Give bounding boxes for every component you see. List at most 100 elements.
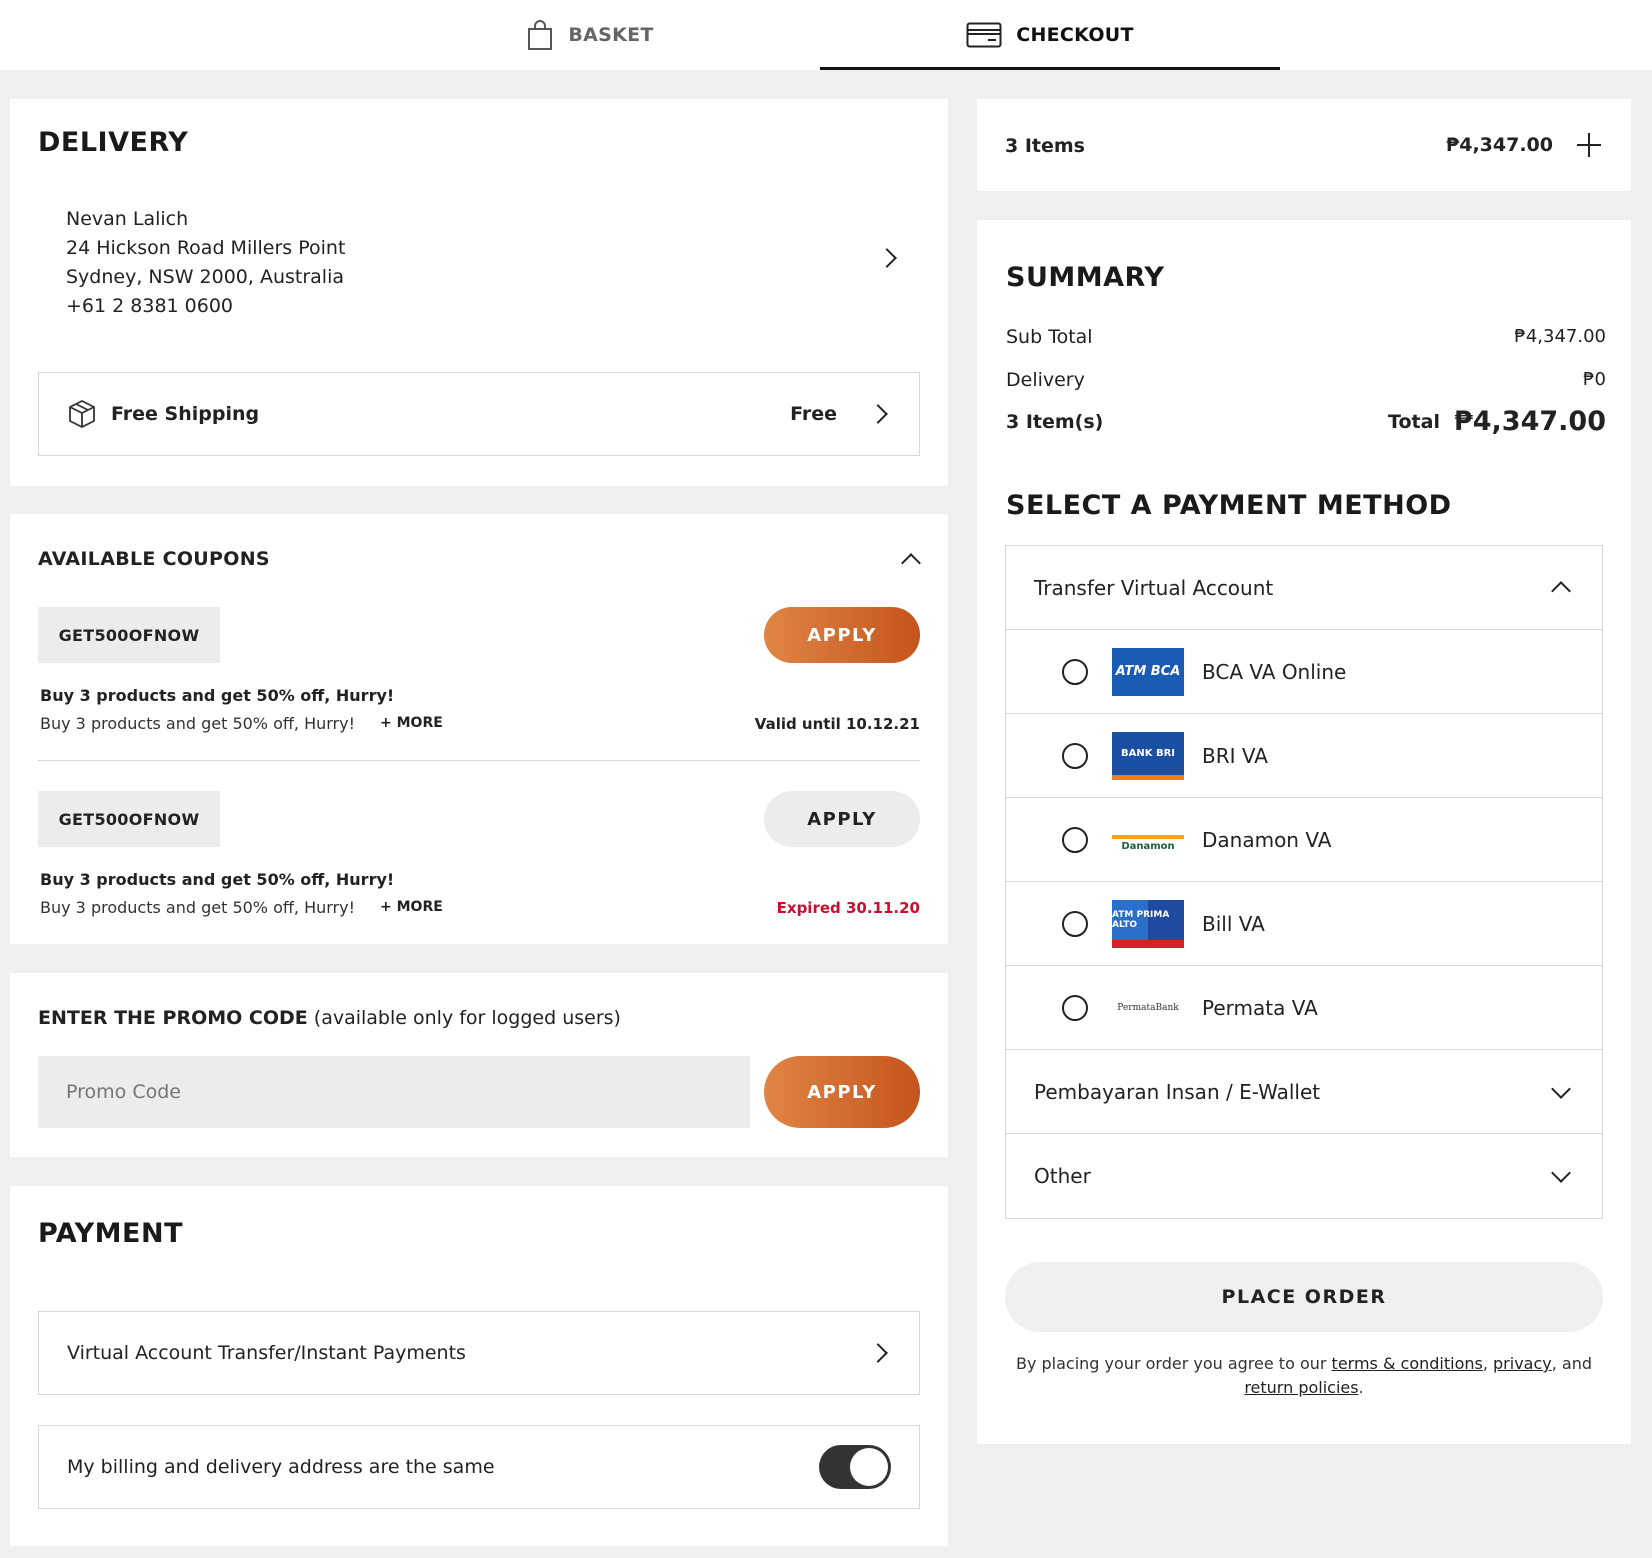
radio-button[interactable] xyxy=(1062,826,1088,853)
plus-icon[interactable] xyxy=(1575,131,1603,159)
privacy-link[interactable]: privacy xyxy=(1493,1354,1552,1373)
coupon-description: Buy 3 products and get 50% off, Hurry! xyxy=(40,714,356,733)
shipping-option[interactable]: Free Shipping Free xyxy=(38,372,920,456)
coupon-code: GET500OFNOW xyxy=(38,607,220,663)
coupon-title: Buy 3 products and get 50% off, Hurry! xyxy=(40,870,395,889)
delivery-value: ₱0 xyxy=(1583,369,1606,390)
total-label: Total xyxy=(1388,410,1440,433)
active-tab-indicator xyxy=(820,67,1280,70)
billing-same-toggle[interactable] xyxy=(819,1445,891,1489)
payment-option-bri[interactable]: BANK BRI BRI VA xyxy=(1006,714,1602,798)
coupon-code: GET500OFNOW xyxy=(38,791,220,847)
divider xyxy=(38,760,920,761)
promo-title-bold: ENTER THE PROMO CODE xyxy=(38,1007,308,1029)
payment-group-label: Other xyxy=(1034,1164,1091,1188)
payment-option-danamon[interactable]: Danamon Danamon VA xyxy=(1006,798,1602,882)
coupon-description: Buy 3 products and get 50% off, Hurry! xyxy=(40,898,356,917)
apply-coupon-button[interactable]: APPLY xyxy=(764,607,920,663)
bri-logo: BANK BRI xyxy=(1112,731,1184,780)
bill-logo: ATM PRIMA ALTO xyxy=(1112,899,1184,948)
chevron-right-icon xyxy=(868,1343,888,1363)
coupon-more-link[interactable]: + MORE xyxy=(380,899,443,915)
radio-button[interactable] xyxy=(1062,994,1088,1021)
delivery-row: Delivery ₱0 xyxy=(1006,369,1606,391)
payment-group-label: Transfer Virtual Account xyxy=(1034,575,1274,600)
danamon-logo: Danamon xyxy=(1112,815,1184,864)
shipping-label: Free Shipping xyxy=(111,403,260,425)
tab-checkout[interactable]: CHECKOUT xyxy=(820,0,1280,70)
payment-group-other[interactable]: Other xyxy=(1006,1134,1602,1218)
total-group: Total ₱4,347.00 xyxy=(1388,406,1606,437)
shopping-bag-icon xyxy=(528,20,553,50)
payment-option-label: Permata VA xyxy=(1202,995,1318,1020)
payment-option-label: BCA VA Online xyxy=(1202,659,1347,684)
permata-logo: PermataBank xyxy=(1117,1002,1179,1013)
terms-prefix: By placing your order you agree to our xyxy=(1015,1354,1332,1373)
terms-and: , and xyxy=(1551,1354,1593,1373)
chevron-down-icon xyxy=(1551,1163,1571,1183)
payment-option-label: Bill VA xyxy=(1202,911,1265,936)
credit-card-icon xyxy=(966,22,1002,48)
payment-method-list: Transfer Virtual Account ATM BCA BCA VA … xyxy=(1005,545,1603,1219)
tab-basket-label: BASKET xyxy=(568,24,654,46)
checkout-steps-bar: BASKET CHECKOUT xyxy=(0,0,1652,70)
cart-items-card[interactable]: 3 Items ₱4,347.00 xyxy=(977,99,1631,191)
coupon-title: Buy 3 products and get 50% off, Hurry! xyxy=(40,686,395,705)
return-policies-link[interactable]: return policies xyxy=(1244,1378,1358,1397)
delivery-title: DELIVERY xyxy=(38,127,189,158)
payment-option-label: Danamon VA xyxy=(1202,827,1332,852)
chevron-up-icon[interactable] xyxy=(901,553,921,573)
address-line-2: Sydney, NSW 2000, Australia xyxy=(66,266,344,288)
coupon-validity: Valid until 10.12.21 xyxy=(754,715,920,733)
coupon-expired: Expired 30.11.20 xyxy=(776,899,920,917)
promo-title: ENTER THE PROMO CODE (available only for… xyxy=(38,1007,621,1029)
coupons-card: AVAILABLE COUPONS GET500OFNOW APPLY Buy … xyxy=(10,514,948,944)
cart-items-count: 3 Items xyxy=(1005,135,1085,157)
payment-option-bill[interactable]: ATM PRIMA ALTO Bill VA xyxy=(1006,882,1602,966)
promo-code-input[interactable] xyxy=(38,1056,750,1128)
payment-option-label: BRI VA xyxy=(1202,743,1268,768)
place-order-button[interactable]: PLACE ORDER xyxy=(1005,1262,1603,1332)
delivery-address[interactable]: Nevan Lalich 24 Hickson Road Millers Poi… xyxy=(66,205,345,321)
promo-title-note: (available only for logged users) xyxy=(307,1007,621,1029)
payment-method-title: SELECT A PAYMENT METHOD xyxy=(1006,490,1452,521)
payment-method-label: Virtual Account Transfer/Instant Payment… xyxy=(67,1342,466,1364)
chevron-down-icon xyxy=(1551,1079,1571,1099)
payment-method-selector[interactable]: Virtual Account Transfer/Instant Payment… xyxy=(38,1311,920,1395)
package-icon xyxy=(69,399,95,429)
delivery-card: DELIVERY Nevan Lalich 24 Hickson Road Mi… xyxy=(10,99,948,486)
shipping-price: Free xyxy=(790,403,837,425)
apply-coupon-button-disabled[interactable]: APPLY xyxy=(764,791,920,847)
payment-group-virtual-account[interactable]: Transfer Virtual Account xyxy=(1006,546,1602,630)
total-value: ₱4,347.00 xyxy=(1453,406,1606,437)
payment-option-permata[interactable]: PermataBank Permata VA xyxy=(1006,966,1602,1050)
payment-title: PAYMENT xyxy=(38,1218,183,1249)
apply-promo-button[interactable]: APPLY xyxy=(764,1056,920,1128)
delivery-label: Delivery xyxy=(1006,369,1085,391)
billing-same-row: My billing and delivery address are the … xyxy=(38,1425,920,1509)
billing-same-label: My billing and delivery address are the … xyxy=(67,1456,495,1478)
promo-card: ENTER THE PROMO CODE (available only for… xyxy=(10,973,948,1157)
payment-option-bca[interactable]: ATM BCA BCA VA Online xyxy=(1006,630,1602,714)
radio-button[interactable] xyxy=(1062,910,1088,937)
terms-period: . xyxy=(1358,1378,1364,1397)
coupons-title: AVAILABLE COUPONS xyxy=(38,548,270,570)
chevron-right-icon[interactable] xyxy=(877,248,897,268)
payment-group-ewallet[interactable]: Pembayaran Insan / E-Wallet xyxy=(1006,1050,1602,1134)
address-line-1: 24 Hickson Road Millers Point xyxy=(66,237,346,259)
radio-button[interactable] xyxy=(1062,742,1088,769)
item-count: 3 Item(s) xyxy=(1006,410,1104,433)
address-phone: +61 2 8381 0600 xyxy=(66,295,234,317)
payment-group-label: Pembayaran Insan / E-Wallet xyxy=(1034,1079,1321,1104)
chevron-right-icon xyxy=(868,404,888,424)
chevron-up-icon xyxy=(1551,581,1571,601)
radio-button[interactable] xyxy=(1062,658,1088,685)
toggle-knob xyxy=(850,1448,888,1486)
coupon-more-link[interactable]: + MORE xyxy=(380,715,443,731)
tab-basket[interactable]: BASKET xyxy=(440,0,740,70)
bca-logo: ATM BCA xyxy=(1112,647,1184,696)
address-name: Nevan Lalich xyxy=(66,208,189,230)
subtotal-row: Sub Total ₱4,347.00 xyxy=(1006,326,1606,348)
subtotal-value: ₱4,347.00 xyxy=(1514,326,1606,347)
terms-link[interactable]: terms & conditions xyxy=(1332,1354,1483,1373)
